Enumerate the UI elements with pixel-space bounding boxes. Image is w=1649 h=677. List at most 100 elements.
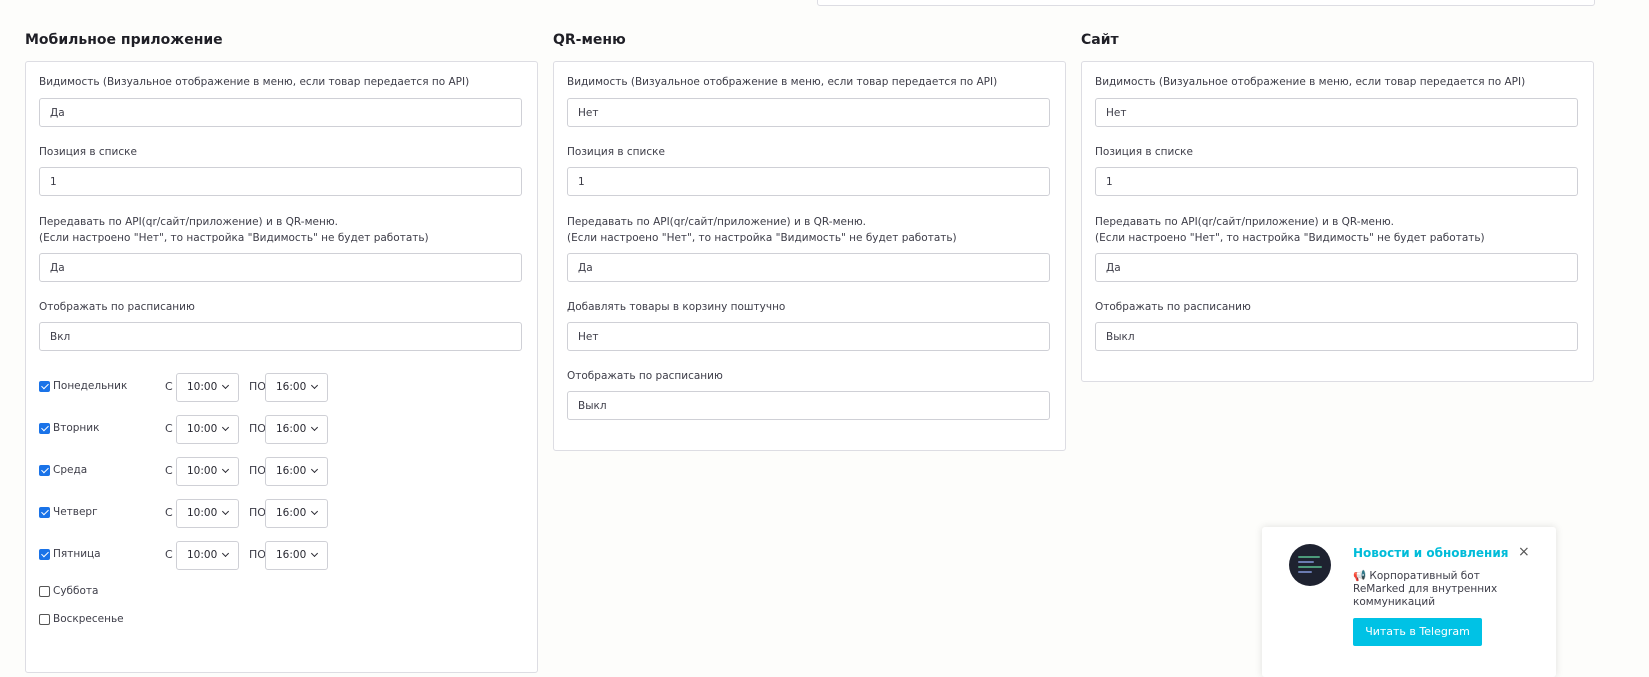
position-input[interactable]: 1: [39, 167, 522, 196]
section-title: Мобильное приложение: [25, 32, 223, 48]
to-label: ПО: [249, 548, 266, 561]
from-time-value: 10:00: [187, 507, 218, 519]
settings-panel: Видимость (Визуальное отображение в меню…: [553, 61, 1066, 451]
schedule-select[interactable]: Вкл: [39, 322, 522, 351]
checkbox-tuesday[interactable]: [39, 423, 50, 434]
from-time-select[interactable]: 10:00: [176, 415, 239, 444]
position-label: Позиция в списке: [1095, 146, 1193, 158]
chevron-down-icon: [310, 423, 319, 432]
day-row-friday: Пятница С 10:00 ПО 16:00: [39, 541, 339, 571]
chevron-down-icon: [221, 465, 230, 474]
api-label-line1: Передавать по API(qr/сайт/приложение) и …: [1095, 216, 1395, 228]
checkbox-friday[interactable]: [39, 549, 50, 560]
api-label-line1: Передавать по API(qr/сайт/приложение) и …: [567, 216, 867, 228]
api-label-line2: (Если настроено "Нет", то настройка "Вид…: [567, 232, 957, 244]
day-label: Вторник: [53, 422, 100, 434]
to-label: ПО: [249, 380, 266, 393]
position-label: Позиция в списке: [39, 146, 137, 158]
checkbox-saturday[interactable]: [39, 586, 50, 597]
to-time-select[interactable]: 16:00: [265, 541, 328, 570]
top-input-field[interactable]: [817, 0, 1595, 6]
day-label: Четверг: [53, 506, 98, 518]
day-label: Среда: [53, 464, 88, 476]
api-label-line2: (Если настроено "Нет", то настройка "Вид…: [39, 232, 429, 244]
chevron-down-icon: [221, 507, 230, 516]
to-time-value: 16:00: [276, 381, 307, 393]
to-time-select[interactable]: 16:00: [265, 499, 328, 528]
api-select[interactable]: Да: [1095, 253, 1578, 282]
to-time-select[interactable]: 16:00: [265, 457, 328, 486]
position-label: Позиция в списке: [567, 146, 665, 158]
news-popup: Новости и обновления × 📢 Корпоративный б…: [1262, 527, 1556, 677]
chevron-down-icon: [221, 381, 230, 390]
chevron-down-icon: [221, 549, 230, 558]
day-row-wednesday: Среда С 10:00 ПО 16:00: [39, 457, 339, 487]
section-title: Сайт: [1081, 32, 1119, 48]
to-time-select[interactable]: 16:00: [265, 415, 328, 444]
popup-text: 📢 Корпоративный бот ReMarked для внутрен…: [1353, 570, 1498, 608]
to-time-value: 16:00: [276, 549, 307, 561]
cart-select[interactable]: Нет: [567, 322, 1050, 351]
day-row-thursday: Четверг С 10:00 ПО 16:00: [39, 499, 339, 529]
from-label: С: [165, 506, 173, 519]
day-row-sunday: Воскресенье: [39, 611, 339, 641]
api-select[interactable]: Да: [567, 253, 1050, 282]
schedule-select[interactable]: Выкл: [1095, 322, 1578, 351]
schedule-label: Отображать по расписанию: [567, 370, 723, 382]
visibility-select[interactable]: Нет: [1095, 98, 1578, 127]
to-label: ПО: [249, 422, 266, 435]
settings-panel: Видимость (Визуальное отображение в меню…: [25, 61, 538, 673]
position-input[interactable]: 1: [567, 167, 1050, 196]
to-time-select[interactable]: 16:00: [265, 373, 328, 402]
visibility-select[interactable]: Да: [39, 98, 522, 127]
day-label: Пятница: [53, 548, 101, 560]
close-icon[interactable]: ×: [1518, 545, 1530, 559]
day-label: Понедельник: [53, 380, 128, 392]
from-time-value: 10:00: [187, 381, 218, 393]
position-input[interactable]: 1: [1095, 167, 1578, 196]
day-label: Суббота: [53, 585, 99, 597]
checkbox-wednesday[interactable]: [39, 465, 50, 476]
day-label: Воскресенье: [53, 613, 124, 625]
schedule-select[interactable]: Выкл: [567, 391, 1050, 420]
api-select[interactable]: Да: [39, 253, 522, 282]
cart-label: Добавлять товары в корзину поштучно: [567, 301, 786, 313]
chevron-down-icon: [310, 507, 319, 516]
to-label: ПО: [249, 464, 266, 477]
checkbox-sunday[interactable]: [39, 614, 50, 625]
checkbox-thursday[interactable]: [39, 507, 50, 518]
day-row-saturday: Суббота: [39, 583, 339, 613]
visibility-label: Видимость (Визуальное отображение в меню…: [1095, 76, 1526, 88]
from-label: С: [165, 380, 173, 393]
from-time-select[interactable]: 10:00: [176, 541, 239, 570]
chevron-down-icon: [310, 465, 319, 474]
checkbox-monday[interactable]: [39, 381, 50, 392]
read-telegram-button[interactable]: Читать в Telegram: [1353, 618, 1482, 646]
from-label: С: [165, 548, 173, 561]
chevron-down-icon: [310, 549, 319, 558]
api-label-line1: Передавать по API(qr/сайт/приложение) и …: [39, 216, 339, 228]
from-label: С: [165, 464, 173, 477]
api-label-line2: (Если настроено "Нет", то настройка "Вид…: [1095, 232, 1485, 244]
settings-panel: Видимость (Визуальное отображение в меню…: [1081, 61, 1594, 382]
to-time-value: 16:00: [276, 423, 307, 435]
to-label: ПО: [249, 506, 266, 519]
popup-title: Новости и обновления: [1353, 546, 1509, 560]
chevron-down-icon: [310, 381, 319, 390]
from-time-select[interactable]: 10:00: [176, 457, 239, 486]
visibility-label: Видимость (Визуальное отображение в меню…: [567, 76, 998, 88]
channel-avatar: [1289, 544, 1331, 586]
from-time-value: 10:00: [187, 465, 218, 477]
schedule-label: Отображать по расписанию: [1095, 301, 1251, 313]
schedule-label: Отображать по расписанию: [39, 301, 195, 313]
from-time-select[interactable]: 10:00: [176, 499, 239, 528]
visibility-select[interactable]: Нет: [567, 98, 1050, 127]
to-time-value: 16:00: [276, 507, 307, 519]
day-row-monday: Понедельник С 10:00 ПО 16:00: [39, 373, 339, 403]
from-label: С: [165, 422, 173, 435]
from-time-value: 10:00: [187, 549, 218, 561]
from-time-select[interactable]: 10:00: [176, 373, 239, 402]
section-title: QR-меню: [553, 32, 626, 48]
visibility-label: Видимость (Визуальное отображение в меню…: [39, 76, 470, 88]
day-row-tuesday: Вторник С 10:00 ПО 16:00: [39, 415, 339, 445]
